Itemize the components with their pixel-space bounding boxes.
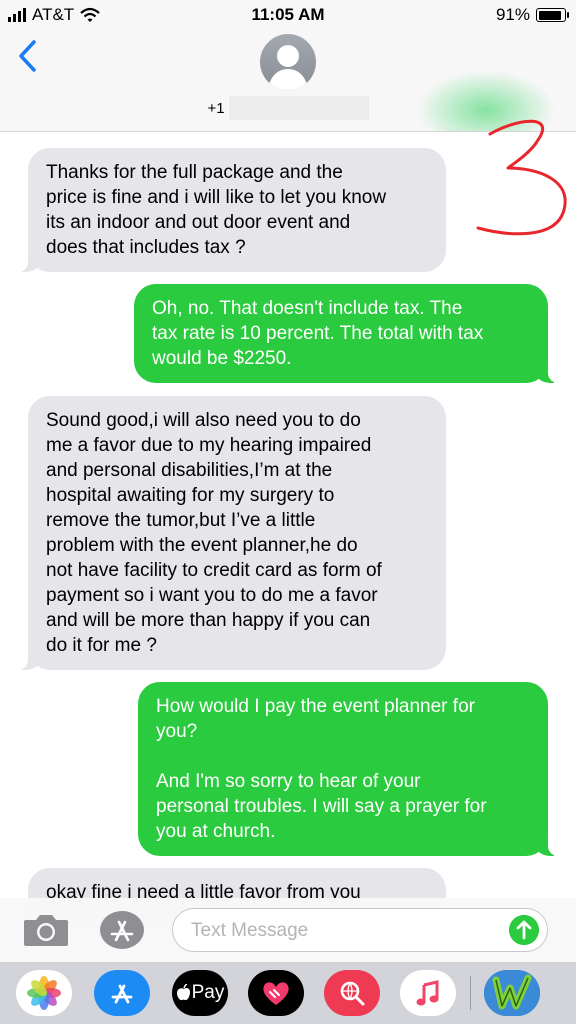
- clock: 11:05 AM: [251, 5, 325, 24]
- handwritten-three-annotation: [476, 119, 567, 236]
- web-search-icon[interactable]: [324, 970, 380, 1016]
- message-text: Thanks for the full package and the pric…: [46, 162, 387, 258]
- contact-prefix: +1: [207, 99, 225, 117]
- music-icon[interactable]: [400, 970, 456, 1016]
- message-outgoing-1[interactable]: Oh, no. That doesn't include tax. The ta…: [134, 284, 558, 383]
- status-bar: AT&T 11:05 AM 91%: [0, 0, 576, 30]
- battery-percent: 91%: [495, 5, 530, 24]
- message-input[interactable]: Text Message: [172, 908, 548, 952]
- chevron-left-icon[interactable]: [14, 38, 44, 74]
- apple-pay-label: Pay: [191, 982, 225, 1003]
- drawer-divider: [470, 976, 471, 1010]
- message-text: How would I pay the event planner for yo…: [156, 696, 487, 842]
- contact-avatar[interactable]: [260, 34, 316, 90]
- person-silhouette-icon: [268, 45, 308, 90]
- battery-fill: [538, 10, 562, 20]
- message-placeholder: Text Message: [191, 920, 309, 941]
- message-text: Sound good,i will also need you to do me…: [46, 410, 382, 656]
- message-outgoing-2[interactable]: How would I pay the event planner for yo…: [138, 682, 558, 856]
- digital-touch-icon[interactable]: [248, 970, 304, 1016]
- battery-icon: [536, 8, 569, 22]
- apple-pay-icon[interactable]: Pay: [172, 970, 228, 1016]
- app-store-icon[interactable]: [98, 909, 146, 951]
- camera-icon[interactable]: [22, 912, 70, 948]
- redacted-number: [228, 96, 369, 120]
- app-store-icon[interactable]: [94, 970, 150, 1016]
- message-incoming-2[interactable]: Sound good,i will also need you to do me…: [18, 396, 446, 670]
- message-incoming-1[interactable]: Thanks for the full package and the pric…: [18, 148, 446, 272]
- photos-icon[interactable]: [16, 970, 72, 1016]
- arrow-up-icon[interactable]: [509, 915, 539, 945]
- apple-logo-icon: [176, 984, 190, 1001]
- compose-bar: Text Message: [0, 898, 576, 962]
- game-app-icon[interactable]: [484, 970, 540, 1016]
- message-text: Oh, no. That doesn't include tax. The ta…: [152, 298, 484, 369]
- app-drawer: Pay: [0, 962, 576, 1024]
